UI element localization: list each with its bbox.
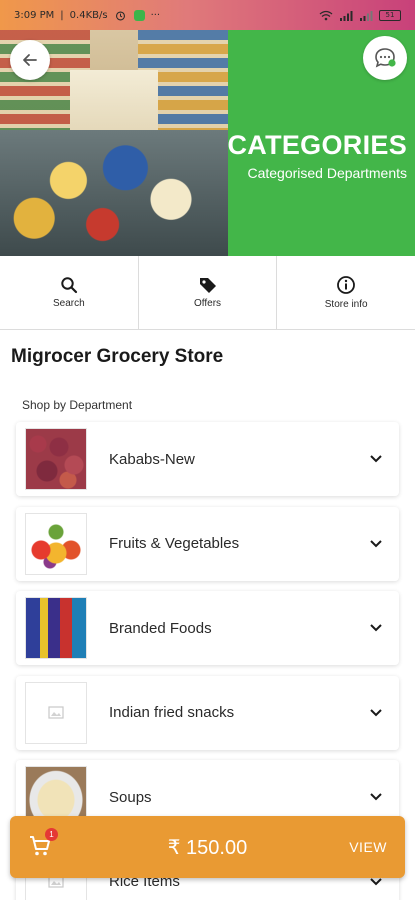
department-thumbnail: [25, 428, 87, 490]
status-network-speed: 0.4KB/s: [69, 9, 108, 21]
hero-title: CATEGORIES: [227, 129, 407, 160]
status-more: ···: [150, 9, 161, 21]
chevron-down-icon: [370, 624, 382, 632]
store-info-action-label: Store info: [324, 299, 368, 310]
tag-icon: [199, 278, 216, 293]
department-name: Indian fried snacks: [109, 704, 235, 721]
search-icon: [61, 277, 77, 294]
battery-level: 51: [385, 11, 395, 19]
chat-button[interactable]: [363, 36, 407, 80]
department-thumbnail: [25, 597, 87, 659]
offers-action[interactable]: Offers: [139, 256, 278, 329]
shopping-cart-image: [0, 130, 228, 256]
department-name: Kababs-New: [109, 450, 195, 468]
cart-icon-wrap: 1: [28, 828, 58, 860]
status-bar: 3:09 PM | 0.4KB/s ··· 51: [0, 0, 415, 30]
cart-bar[interactable]: 1 ₹ 150.00 VIEW: [10, 816, 405, 878]
chevron-down-icon: [370, 708, 382, 716]
offers-action-label: Offers: [193, 298, 222, 309]
department-item-fruits-vegetables[interactable]: Fruits & Vegetables: [16, 506, 399, 581]
section-label: Shop by Department: [22, 398, 133, 412]
cart-count-badge: 1: [45, 828, 58, 841]
wifi-icon: [319, 9, 333, 21]
search-action-label: Search: [52, 298, 85, 309]
store-title: Migrocer Grocery Store: [11, 346, 224, 367]
hero-banner: CATEGORIES Categorised Departments: [0, 30, 415, 256]
hero-subtitle: Categorised Departments: [247, 164, 407, 181]
image-placeholder-icon: [48, 706, 64, 719]
chevron-down-icon: [370, 539, 382, 547]
department-item-kababs[interactable]: Kababs-New: [16, 422, 399, 496]
chevron-down-icon: [370, 793, 382, 801]
signal-icon-2: [359, 9, 373, 21]
info-icon: [337, 276, 356, 294]
department-name: Soups: [109, 788, 152, 806]
signal-icon-1: [339, 9, 353, 21]
chat-bubble-icon: [375, 48, 396, 68]
department-name: Fruits & Vegetables: [109, 535, 240, 552]
status-right: 51: [319, 9, 401, 21]
status-separator: |: [60, 9, 64, 21]
department-thumbnail: [25, 681, 87, 744]
chevron-down-icon: [370, 455, 382, 463]
store-info-action[interactable]: Store info: [277, 256, 415, 329]
battery-icon: 51: [379, 9, 401, 21]
department-item-indian-fried-snacks[interactable]: Indian fried snacks: [16, 675, 399, 750]
status-left: 3:09 PM | 0.4KB/s ···: [14, 9, 160, 21]
view-cart-button[interactable]: VIEW: [349, 839, 387, 855]
arrow-left-icon: [23, 54, 37, 66]
cart-total: ₹ 150.00: [167, 836, 248, 859]
department-name: Branded Foods: [109, 619, 212, 637]
department-item-branded-foods[interactable]: Branded Foods: [16, 591, 399, 665]
status-time: 3:09 PM: [14, 9, 55, 21]
action-bar: Search Offers Store info: [0, 256, 415, 330]
app-notification-icon: [133, 9, 145, 21]
back-button[interactable]: [10, 40, 50, 80]
department-thumbnail: [25, 512, 87, 575]
search-action[interactable]: Search: [0, 256, 139, 329]
alarm-icon: [114, 9, 128, 21]
chevron-down-icon: [370, 877, 382, 885]
